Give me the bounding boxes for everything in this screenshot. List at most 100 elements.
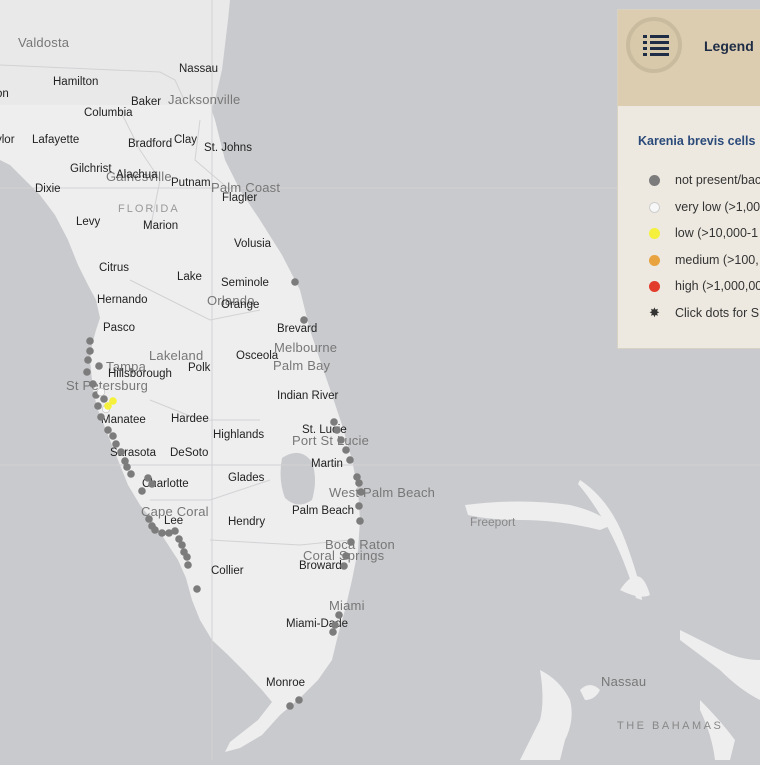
white-dot-icon (649, 202, 660, 213)
sample-dot[interactable] (148, 480, 156, 488)
sample-dot[interactable] (347, 538, 355, 546)
island-label: Freeport (470, 515, 516, 529)
sample-dot[interactable] (89, 380, 97, 388)
sample-dot[interactable] (330, 418, 338, 426)
county-label: Hernando (97, 294, 148, 306)
county-label: Bradford (128, 138, 172, 150)
sample-dot[interactable] (340, 562, 348, 570)
sample-dot[interactable] (356, 517, 364, 525)
sample-dot[interactable] (95, 362, 103, 370)
sample-dot[interactable] (335, 611, 343, 619)
sample-dot[interactable] (104, 426, 112, 434)
sample-dot-low[interactable] (104, 402, 112, 410)
county-label: St. Johns (204, 142, 252, 154)
county-label: Marion (143, 220, 178, 232)
county-label: Columbia (84, 107, 133, 119)
county-label: Nassau (179, 63, 218, 75)
county-label: Gilchrist (70, 163, 112, 175)
county-label: on (0, 88, 9, 100)
sample-dot[interactable] (94, 402, 102, 410)
sample-dot[interactable] (183, 553, 191, 561)
sample-dot[interactable] (291, 278, 299, 286)
sample-dot[interactable] (346, 456, 354, 464)
county-label: Levy (76, 216, 101, 228)
county-label: Clay (174, 134, 197, 146)
asterisk-icon: ✸ (649, 305, 660, 320)
city-label: Palm Bay (273, 358, 331, 373)
county-label: Seminole (221, 277, 269, 289)
county-label: Volusia (234, 238, 272, 250)
sample-dot[interactable] (355, 502, 363, 510)
county-label: Flagler (222, 192, 257, 204)
yellow-dot-icon (649, 228, 660, 239)
legend-panel: Legend Karenia brevis cells not present/… (617, 9, 760, 349)
grey-dot-icon (649, 175, 660, 186)
sample-dot[interactable] (184, 561, 192, 569)
sample-dot[interactable] (333, 426, 341, 434)
lake-okeechobee (280, 452, 315, 505)
county-label: Lafayette (32, 134, 79, 146)
sample-dot[interactable] (193, 585, 201, 593)
legend-subtitle: Karenia brevis cells (638, 134, 756, 148)
sample-dot[interactable] (86, 337, 94, 345)
legend-header: Legend (618, 10, 760, 106)
county-label: Pasco (103, 322, 135, 334)
county-label: Collier (211, 565, 244, 577)
list-icon (643, 35, 669, 56)
county-label: Dixie (35, 183, 61, 195)
sample-dot[interactable] (342, 446, 350, 454)
sample-dot[interactable] (331, 621, 339, 629)
sample-dot[interactable] (138, 487, 146, 495)
legend-item-label: high (>1,000,00 (675, 279, 760, 293)
sample-dot[interactable] (329, 628, 337, 636)
county-label: Alachua (116, 169, 158, 181)
legend-item-label: not present/bac (675, 173, 760, 187)
sample-dot[interactable] (145, 515, 153, 523)
sample-dot[interactable] (300, 316, 308, 324)
county-label: Lake (177, 271, 202, 283)
city-label: St Petersburg (66, 378, 148, 393)
legend-title: Legend (704, 38, 754, 54)
county-label: Osceola (236, 350, 279, 362)
sample-dot[interactable] (86, 347, 94, 355)
city-label: Jacksonville (168, 92, 241, 107)
sample-dot[interactable] (127, 470, 135, 478)
county-label: Polk (188, 362, 211, 374)
county-label: Indian River (277, 390, 339, 402)
city-label: Miami (329, 598, 365, 613)
sample-dot[interactable] (355, 479, 363, 487)
sample-dot[interactable] (84, 356, 92, 364)
sample-dot-very-low[interactable] (96, 387, 106, 397)
sample-dot[interactable] (112, 440, 120, 448)
sample-dot[interactable] (286, 702, 294, 710)
county-label: Hendry (228, 516, 265, 528)
sample-dot[interactable] (109, 432, 117, 440)
county-label: Manatee (101, 414, 146, 426)
sample-dot[interactable] (171, 527, 179, 535)
sample-dot[interactable] (151, 526, 159, 534)
sample-dot[interactable] (97, 413, 105, 421)
sample-dot[interactable] (100, 395, 108, 403)
county-label: Sarasota (110, 447, 157, 459)
county-label: Miami-Dade (286, 618, 348, 630)
sample-dot[interactable] (83, 368, 91, 376)
sample-dot[interactable] (342, 552, 350, 560)
sample-dot[interactable] (117, 448, 125, 456)
city-label: Valdosta (18, 35, 70, 50)
county-label: Brevard (277, 323, 317, 335)
sample-dot[interactable] (123, 463, 131, 471)
city-label: West Palm Beach (329, 485, 435, 500)
sample-dot[interactable] (295, 696, 303, 704)
legend-item-label: medium (>100, (675, 253, 759, 267)
sample-dot[interactable] (357, 488, 365, 496)
sample-dot[interactable] (158, 529, 166, 537)
county-label: DeSoto (170, 447, 208, 459)
sample-dot[interactable] (178, 541, 186, 549)
county-label: Orange (221, 299, 259, 311)
sample-dot[interactable] (337, 436, 345, 444)
county-label: Highlands (213, 429, 264, 441)
county-label: Putnam (171, 177, 211, 189)
county-label: Hamilton (53, 76, 98, 88)
legend-toggle-button[interactable] (626, 17, 682, 73)
city-label: Nassau (601, 674, 646, 689)
